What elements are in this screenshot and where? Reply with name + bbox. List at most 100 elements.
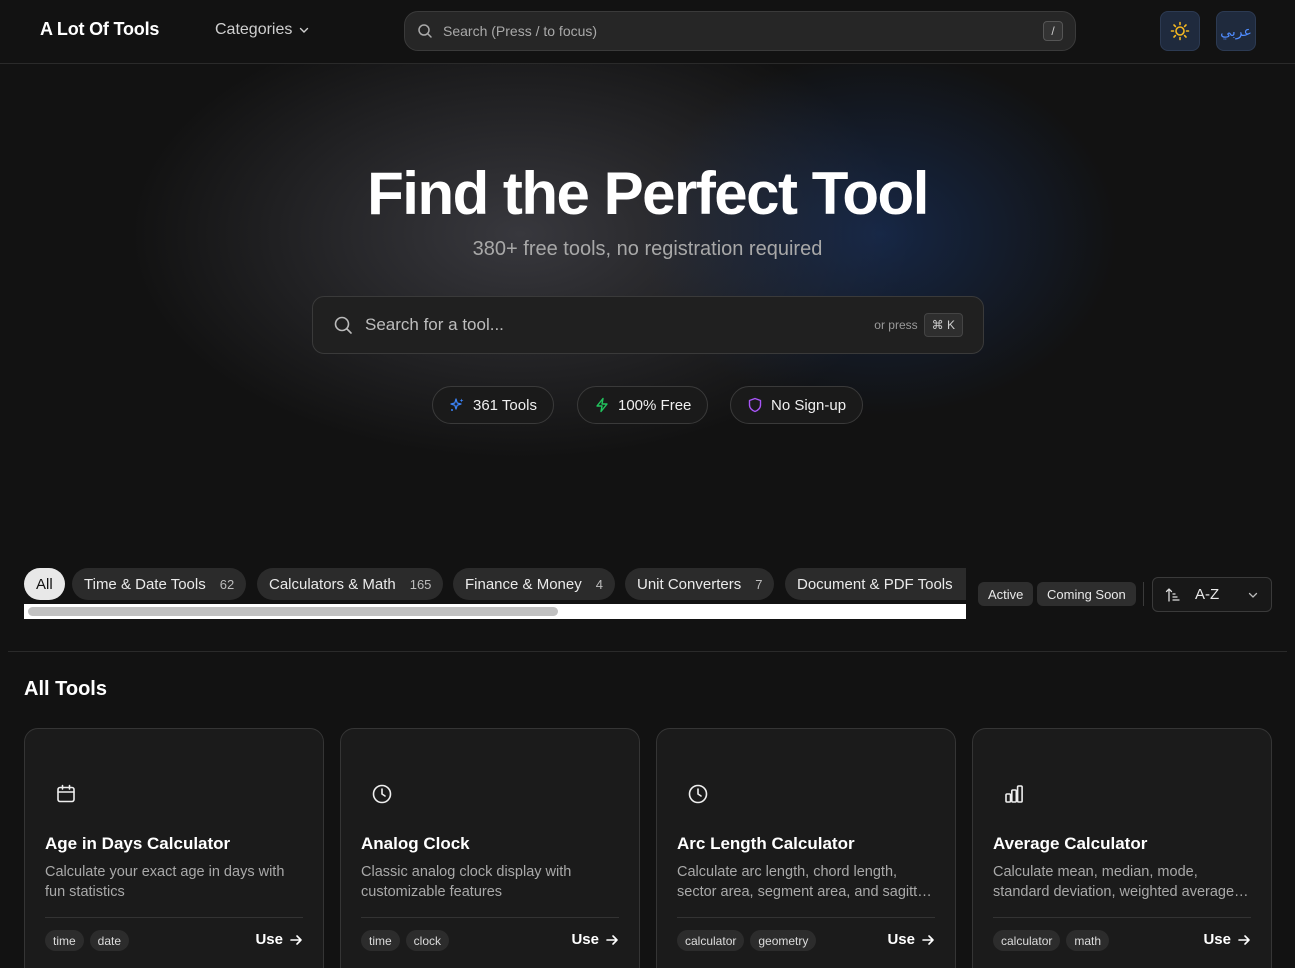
command-k-shortcut: ⌘ K [923,313,963,337]
category-pill-label: Document & PDF Tools [797,575,953,593]
sort-select[interactable]: A-Z [1152,577,1272,612]
bolt-icon [596,397,608,413]
category-pill-label: Finance & Money [465,575,582,593]
use-tool-button[interactable]: Use [887,931,935,948]
chevron-down-icon [1248,592,1258,598]
nav-search-placeholder: Search (Press / to focus) [443,23,598,39]
category-pill-label: Calculators & Math [269,575,396,593]
tool-card-divider [677,917,935,918]
hero-search-placeholder: Search for a tool... [365,315,504,334]
use-tool-button[interactable]: Use [1203,931,1251,948]
navbar: A Lot Of Tools Categories Search (Press … [0,0,1295,64]
categories-menu[interactable]: Categories [215,21,310,39]
clock-icon [371,783,399,811]
tool-card-average[interactable]: Average Calculator Calculate mean, media… [972,728,1272,968]
bar-chart-icon [1003,783,1031,811]
categories-label: Categories [215,21,293,38]
arrow-right-icon [922,934,934,945]
tool-card-description: Calculate arc length, chord length, sect… [677,864,926,900]
category-pill-label: Time & Date Tools [84,575,206,593]
hero-title: Find the Perfect Tool [367,160,929,227]
tool-card-divider [993,917,1251,918]
tool-tag[interactable]: calculator [993,930,1061,951]
tool-tag[interactable]: geometry [750,930,817,951]
tool-card-tags: time clock [361,930,450,951]
hero-subtitle: 380+ free tools, no registration require… [472,238,823,260]
tool-card-tags: calculator geometry [677,930,817,951]
tool-tag[interactable]: time [361,930,400,951]
sun-icon [1170,21,1190,41]
status-filter-coming-soon[interactable]: Coming Soon [1037,582,1136,606]
tool-card-divider [361,917,619,918]
category-pill-finance[interactable]: Finance & Money 4 [453,568,615,600]
category-pill-label: Unit Converters [637,575,742,593]
tool-tag[interactable]: clock [405,930,450,951]
tool-card-title: Analog Clock [361,834,470,853]
use-tool-button[interactable]: Use [255,931,303,948]
sort-ascending-icon [1165,587,1180,602]
category-pill-count: 7 [755,576,763,592]
arrow-right-icon [1238,934,1250,945]
arrow-right-icon [290,934,302,945]
shield-icon [748,397,762,413]
sparkles-icon [450,398,464,411]
tool-card-analog-clock[interactable]: Analog Clock Classic analog clock displa… [340,728,640,968]
tool-card-title: Age in Days Calculator [45,834,231,853]
hero-section: Find the Perfect Tool 380+ free tools, n… [0,64,1295,534]
tool-card-description: Calculate mean, median, mode, standard d… [993,864,1235,900]
badge-no-signup-label: No Sign-up [771,396,847,414]
theme-toggle-button[interactable] [1160,11,1200,51]
language-toggle-button[interactable]: عربي [1216,11,1256,51]
chevron-down-icon [300,27,309,33]
tool-card-title: Average Calculator [993,834,1148,853]
tool-card-arc-length[interactable]: Arc Length Calculator Calculate arc leng… [656,728,956,968]
category-pill-all[interactable]: All [24,568,65,600]
category-pill-time-date[interactable]: Time & Date Tools 62 [72,568,247,600]
clock-icon [687,783,715,811]
tool-card-tags: time date [45,930,130,951]
tool-tag[interactable]: date [89,930,130,951]
nav-search-input[interactable]: Search (Press / to focus) / [404,11,1076,51]
badge-free: 100% Free [577,386,709,424]
section-divider [8,651,1287,652]
category-pill-document-pdf[interactable]: Document & PDF Tools 5 [785,568,966,600]
status-filter-active[interactable]: Active [978,582,1034,606]
category-pill-unit-converters[interactable]: Unit Converters 7 [625,568,775,600]
category-pill-calculators[interactable]: Calculators & Math 165 [257,568,444,600]
badge-tools-count: 361 Tools [432,386,554,424]
category-pill-count: 165 [409,576,432,592]
use-label: Use [255,931,283,948]
tool-tag[interactable]: math [1066,930,1110,951]
search-shortcut-key: / [1043,21,1063,41]
category-pill-label: All [36,575,53,593]
arrow-right-icon [606,934,618,945]
or-press-label: or press [874,318,918,332]
tool-tag[interactable]: time [45,930,84,951]
tool-card-title: Arc Length Calculator [677,834,855,853]
category-pill-count: 62 [219,576,235,592]
tool-card-description: Classic analog clock display with custom… [361,864,572,900]
tool-card-description: Calculate your exact age in days with fu… [45,864,285,900]
sort-value: A-Z [1195,586,1220,603]
search-icon [418,24,432,38]
category-pill-count: 4 [595,576,603,592]
section-title: All Tools [24,678,107,700]
badge-tools-count-label: 361 Tools [473,396,537,414]
filter-divider [1143,582,1144,606]
badge-free-label: 100% Free [618,396,692,414]
use-label: Use [887,931,915,948]
search-icon [334,316,352,334]
use-label: Use [1203,931,1231,948]
tool-card-age-in-days[interactable]: Age in Days Calculator Calculate your ex… [24,728,324,968]
tool-tag[interactable]: calculator [677,930,745,951]
site-logo[interactable]: A Lot Of Tools [40,19,159,40]
tool-card-divider [45,917,303,918]
category-scrollbar-thumb[interactable] [28,607,558,616]
calendar-icon [55,783,83,811]
hero-search-input[interactable]: Search for a tool... or press ⌘ K [312,296,984,354]
category-filter-bar: All Time & Date Tools 62 Calculators & M… [24,568,966,600]
use-label: Use [571,931,599,948]
badge-no-signup: No Sign-up [730,386,864,424]
use-tool-button[interactable]: Use [571,931,619,948]
tool-card-tags: calculator math [993,930,1110,951]
